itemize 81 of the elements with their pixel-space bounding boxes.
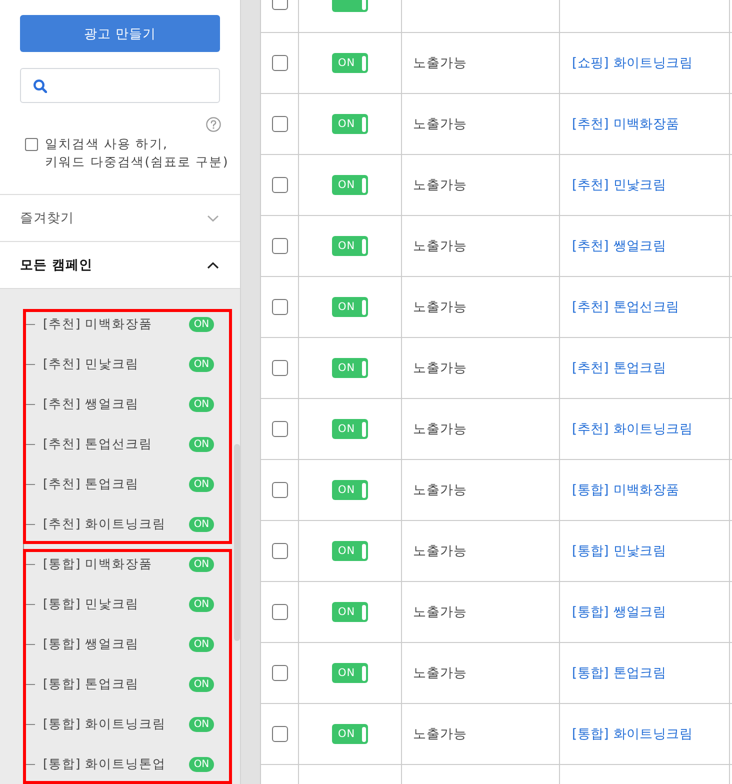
campaign-tree-item[interactable]: [통합] 미백화장품 ON	[26, 552, 229, 576]
campaign-tree-item[interactable]: [통합] 화이트닝톤업 ON	[26, 752, 229, 776]
campaign-name: [추천] 톤업크림	[43, 476, 140, 492]
campaign-tree-item[interactable]: [추천] 민낯크림 ON	[26, 352, 229, 376]
status-text: 노출가능	[413, 177, 467, 194]
exact-match-label: 일치검색 사용 하기, 키워드 다중검색(쉼표로 구분)	[45, 135, 228, 171]
row-checkbox[interactable]	[272, 421, 288, 437]
status-badge: ON	[189, 756, 214, 772]
status-badge: ON	[189, 716, 214, 732]
campaign-tree-item[interactable]: [추천] 화이트닝크림 ON	[26, 512, 229, 536]
campaign-link[interactable]: [통합] 톤업크림	[572, 664, 666, 682]
campaign-tree-item[interactable]: [통합] 톤업크림 ON	[26, 672, 229, 696]
search-icon	[33, 78, 47, 92]
status-badge: ON	[189, 636, 214, 652]
campaign-link[interactable]: [추천] 미백화장품	[572, 115, 680, 133]
scrollbar-thumb[interactable]	[234, 444, 240, 641]
campaign-link[interactable]: [추천] 쌩얼크림	[572, 237, 666, 255]
status-badge: ON	[189, 596, 214, 612]
campaign-name: [통합] 톤업크림	[43, 676, 140, 692]
status-text: 노출가능	[413, 116, 467, 133]
campaign-link[interactable]: [통합] 미백화장품	[572, 481, 680, 499]
status-badge: ON	[189, 396, 214, 412]
campaign-name: [통합] 미백화장품	[43, 556, 153, 572]
exact-match-checkbox[interactable]	[25, 138, 38, 151]
status-text: 노출가능	[413, 360, 467, 377]
status-text: 노출가능	[413, 604, 467, 621]
status-text: 노출가능	[413, 482, 467, 499]
status-badge: ON	[189, 316, 214, 332]
status-text: 노출가능	[413, 55, 467, 72]
campaign-name: [추천] 화이트닝크림	[43, 516, 166, 532]
campaign-link[interactable]: [쇼핑] 화이트닝크림	[572, 54, 692, 72]
row-checkbox[interactable]	[272, 177, 288, 193]
campaign-link[interactable]: [통합] 쌩얼크림	[572, 603, 666, 621]
status-badge: ON	[189, 516, 214, 532]
status-badge: ON	[189, 436, 214, 452]
campaign-tree-item[interactable]: [추천] 톤업크림 ON	[26, 472, 229, 496]
campaign-tree-item[interactable]: [통합] 화이트닝크림 ON	[26, 712, 229, 736]
status-badge: ON	[189, 676, 214, 692]
row-checkbox[interactable]	[272, 604, 288, 620]
search-field[interactable]	[20, 68, 220, 103]
campaign-tree-item[interactable]: [통합] 쌩얼크림 ON	[26, 632, 229, 656]
campaign-link[interactable]: [통합] 화이트닝크림	[572, 725, 692, 743]
campaign-name: [통합] 쌩얼크림	[43, 636, 140, 652]
row-checkbox[interactable]	[272, 665, 288, 681]
campaign-tree-item[interactable]: [추천] 톤업선크림 ON	[26, 432, 229, 456]
row-checkbox[interactable]	[272, 299, 288, 315]
campaign-name: [통합] 화이트닝크림	[43, 716, 166, 732]
status-text: 노출가능	[413, 238, 467, 255]
campaign-name: [추천] 톤업선크림	[43, 436, 153, 452]
row-checkbox[interactable]	[272, 726, 288, 742]
campaign-name: [추천] 쌩얼크림	[43, 396, 140, 412]
status-badge: ON	[189, 556, 214, 572]
status-badge: ON	[189, 476, 214, 492]
campaign-name: [추천] 민낯크림	[43, 356, 140, 372]
campaign-link[interactable]: [추천] 톤업선크림	[572, 298, 680, 316]
status-text: 노출가능	[413, 665, 467, 682]
status-text: 노출가능	[413, 299, 467, 316]
status-text: 노출가능	[413, 543, 467, 560]
create-ad-button[interactable]: 광고 만들기	[20, 15, 220, 52]
status-text: 노출가능	[413, 726, 467, 743]
row-checkbox[interactable]	[272, 238, 288, 254]
campaign-tree-item[interactable]: [추천] 미백화장품 ON	[26, 312, 229, 336]
campaign-name: [추천] 미백화장품	[43, 316, 153, 332]
chevron-down-icon	[207, 214, 219, 222]
campaign-link[interactable]: [추천] 화이트닝크림	[572, 420, 692, 438]
campaign-name: [통합] 민낯크림	[43, 596, 140, 612]
campaign-name: [통합] 화이트닝톤업	[43, 756, 166, 772]
help-icon[interactable]	[206, 117, 221, 132]
row-checkbox[interactable]	[272, 116, 288, 132]
chevron-up-icon	[207, 262, 219, 268]
campaign-link[interactable]: [추천] 민낯크림	[572, 176, 666, 194]
status-badge: ON	[189, 356, 214, 372]
campaign-link[interactable]: [통합] 민낯크림	[572, 542, 666, 560]
row-checkbox[interactable]	[272, 55, 288, 71]
row-checkbox[interactable]	[272, 543, 288, 559]
campaign-tree-item[interactable]: [통합] 민낯크림 ON	[26, 592, 229, 616]
row-checkbox[interactable]	[272, 482, 288, 498]
row-checkbox[interactable]	[272, 360, 288, 376]
campaign-link[interactable]: [추천] 톤업크림	[572, 359, 666, 377]
status-text: 노출가능	[413, 421, 467, 438]
campaign-tree-item[interactable]: [추천] 쌩얼크림 ON	[26, 392, 229, 416]
